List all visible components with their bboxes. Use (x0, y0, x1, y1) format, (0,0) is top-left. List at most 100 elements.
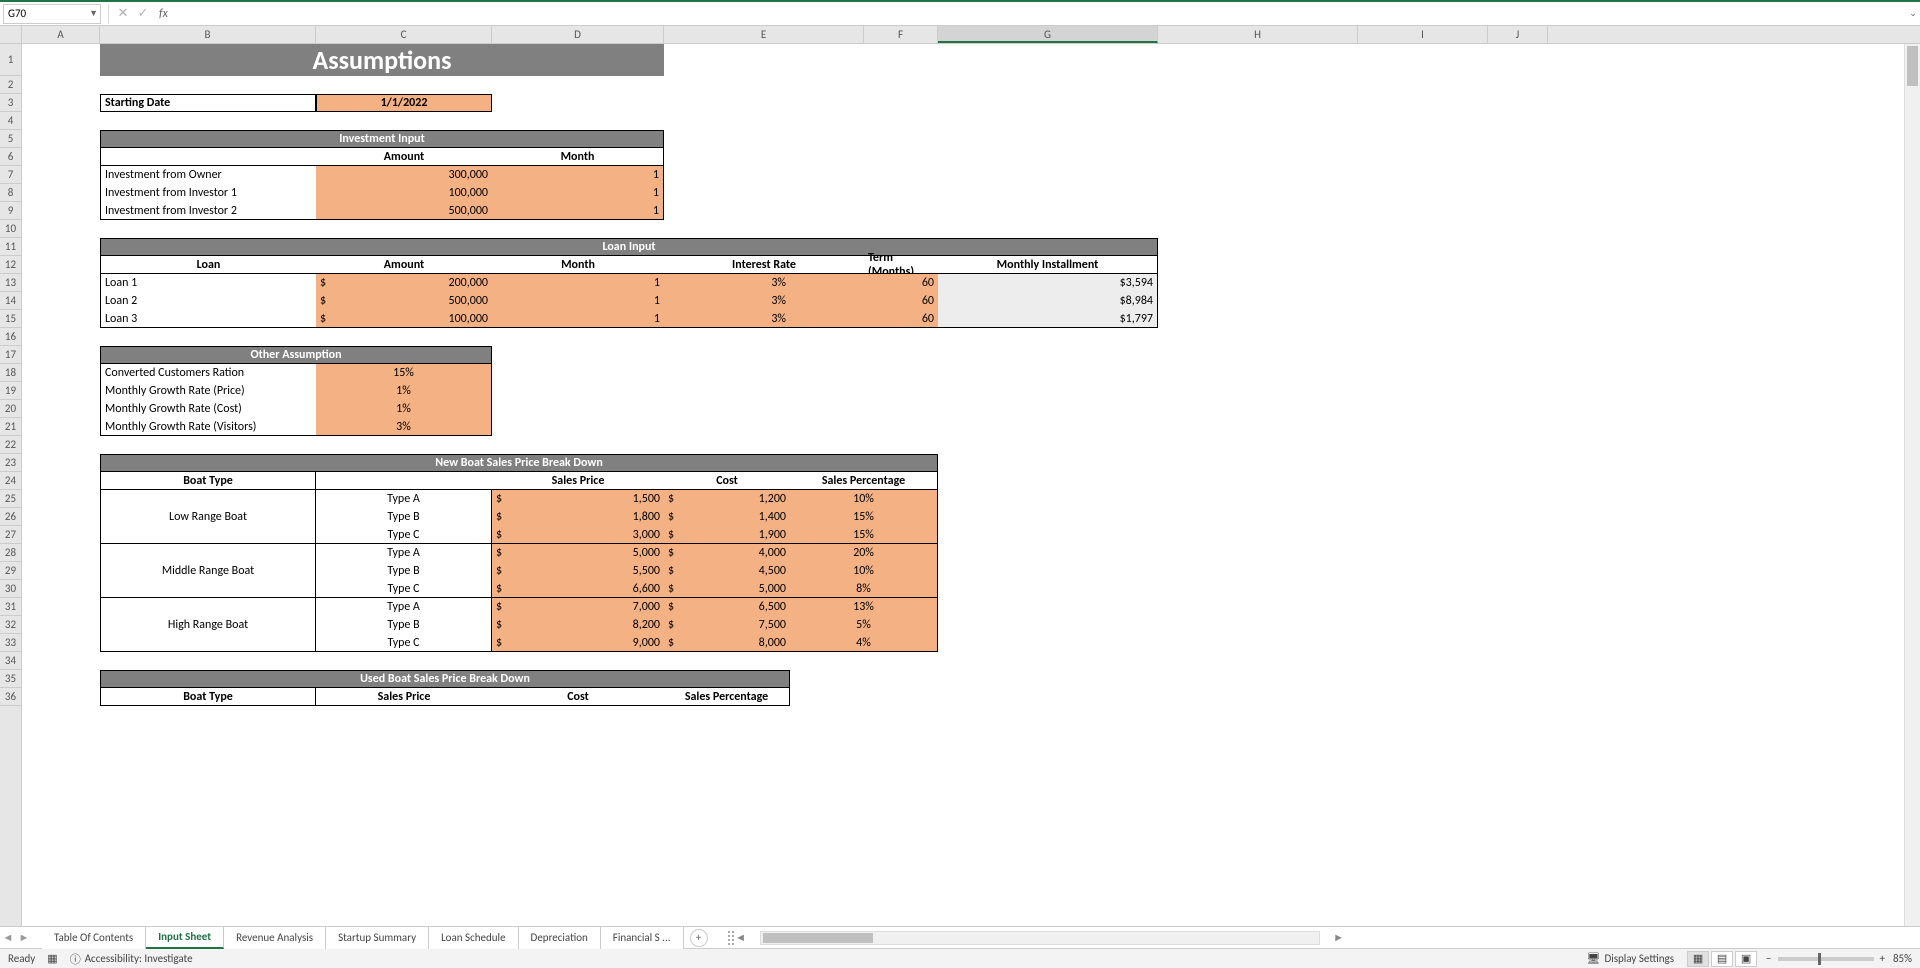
col-header-c[interactable]: C (316, 26, 492, 43)
loan-rate[interactable]: 3% (664, 274, 790, 292)
chevron-down-icon[interactable]: ▼ (89, 8, 98, 19)
row-header[interactable]: 35 (0, 670, 21, 688)
horizontal-scrollbar[interactable] (760, 931, 1320, 945)
sheet-tab[interactable]: Input Sheet (146, 927, 224, 949)
boat-cost[interactable]: 5,000 (682, 580, 790, 598)
row-header[interactable]: 1 (0, 44, 21, 76)
boat-cost[interactable]: 1,900 (682, 526, 790, 544)
loan-rate[interactable]: 3% (664, 292, 790, 310)
boat-pct[interactable]: 10% (790, 490, 938, 508)
row-header[interactable]: 7 (0, 166, 21, 184)
starting-date-value[interactable]: 1/1/2022 (316, 94, 492, 112)
col-header-f[interactable]: F (864, 26, 938, 43)
col-header-i[interactable]: I (1358, 26, 1488, 43)
display-settings[interactable]: Display Settings (1604, 952, 1674, 965)
boat-price[interactable]: 3,000 (510, 526, 664, 544)
row-header[interactable]: 23 (0, 454, 21, 472)
row-header[interactable]: 14 (0, 292, 21, 310)
page-layout-view-button[interactable]: ▤ (1711, 951, 1733, 967)
loan-month[interactable]: 1 (492, 292, 664, 310)
boat-pct[interactable]: 8% (790, 580, 938, 598)
row-header[interactable]: 25 (0, 490, 21, 508)
row-header[interactable]: 9 (0, 202, 21, 220)
other-value[interactable]: 1% (316, 382, 492, 400)
sheet-tab[interactable]: Depreciation (519, 927, 601, 949)
row-header[interactable]: 31 (0, 598, 21, 616)
row-header[interactable]: 2 (0, 76, 21, 94)
zoom-level[interactable]: 85% (1893, 952, 1912, 965)
sheet-tab[interactable]: Loan Schedule (429, 927, 518, 949)
boat-price[interactable]: 1,500 (510, 490, 664, 508)
loan-month[interactable]: 1 (492, 310, 664, 328)
boat-price[interactable]: 9,000 (510, 634, 664, 652)
col-header-g[interactable]: G (938, 26, 1158, 43)
row-header[interactable]: 30 (0, 580, 21, 598)
row-header[interactable]: 26 (0, 508, 21, 526)
row-header[interactable]: 24 (0, 472, 21, 490)
row-header[interactable]: 10 (0, 220, 21, 238)
hscroll-right-icon[interactable]: ► (1332, 931, 1346, 944)
row-header[interactable]: 20 (0, 400, 21, 418)
select-all-corner[interactable] (0, 26, 22, 43)
row-header[interactable]: 13 (0, 274, 21, 292)
add-sheet-button[interactable]: + (690, 929, 708, 947)
row-header[interactable]: 18 (0, 364, 21, 382)
row-header[interactable]: 28 (0, 544, 21, 562)
sheet-tab[interactable]: Startup Summary (326, 927, 429, 949)
inv-month[interactable]: 1 (492, 202, 664, 220)
row-header[interactable]: 36 (0, 688, 21, 706)
boat-price[interactable]: 6,600 (510, 580, 664, 598)
boat-pct[interactable]: 20% (790, 544, 938, 562)
inv-amount[interactable]: 100,000 (316, 184, 492, 202)
zoom-slider[interactable] (1778, 957, 1874, 961)
zoom-in-button[interactable]: + (1880, 952, 1885, 965)
row-header[interactable]: 29 (0, 562, 21, 580)
loan-term[interactable]: 60 (790, 292, 938, 310)
loan-amount[interactable]: 500,000 (334, 292, 492, 310)
row-header[interactable]: 32 (0, 616, 21, 634)
row-header[interactable]: 27 (0, 526, 21, 544)
col-header-e[interactable]: E (664, 26, 864, 43)
accessibility-icon[interactable]: ⓘ (70, 951, 81, 967)
loan-term[interactable]: 60 (790, 310, 938, 328)
boat-pct[interactable]: 5% (790, 616, 938, 634)
row-header[interactable]: 4 (0, 112, 21, 130)
boat-pct[interactable]: 15% (790, 526, 938, 544)
col-header-j[interactable]: J (1488, 26, 1548, 43)
boat-pct[interactable]: 13% (790, 598, 938, 616)
boat-cost[interactable]: 7,500 (682, 616, 790, 634)
hscroll-left-icon[interactable]: ◄ (734, 931, 748, 944)
boat-pct[interactable]: 4% (790, 634, 938, 652)
boat-cost[interactable]: 4,000 (682, 544, 790, 562)
inv-month[interactable]: 1 (492, 166, 664, 184)
boat-cost[interactable]: 8,000 (682, 634, 790, 652)
row-header[interactable]: 21 (0, 418, 21, 436)
col-header-h[interactable]: H (1158, 26, 1358, 43)
name-box[interactable]: G70 ▼ (3, 4, 101, 24)
normal-view-button[interactable]: ▦ (1687, 951, 1709, 967)
loan-amount[interactable]: 200,000 (334, 274, 492, 292)
sheet-tab[interactable]: Revenue Analysis (224, 927, 326, 949)
row-header[interactable]: 19 (0, 382, 21, 400)
row-header[interactable]: 16 (0, 328, 21, 346)
col-header-a[interactable]: A (22, 26, 100, 43)
row-header[interactable]: 3 (0, 94, 21, 112)
zoom-out-button[interactable]: − (1766, 952, 1771, 965)
sheet-tab[interactable]: Table Of Contents (42, 927, 146, 949)
boat-price[interactable]: 5,500 (510, 562, 664, 580)
row-header[interactable]: 12 (0, 256, 21, 274)
col-header-d[interactable]: D (492, 26, 664, 43)
boat-cost[interactable]: 1,200 (682, 490, 790, 508)
boat-price[interactable]: 8,200 (510, 616, 664, 634)
row-header[interactable]: 33 (0, 634, 21, 652)
col-header-b[interactable]: B (100, 26, 316, 43)
page-break-view-button[interactable]: ▣ (1735, 951, 1757, 967)
row-header[interactable]: 15 (0, 310, 21, 328)
inv-month[interactable]: 1 (492, 184, 664, 202)
row-header[interactable]: 5 (0, 130, 21, 148)
row-header[interactable]: 6 (0, 148, 21, 166)
boat-price[interactable]: 7,000 (510, 598, 664, 616)
boat-cost[interactable]: 1,400 (682, 508, 790, 526)
boat-price[interactable]: 1,800 (510, 508, 664, 526)
inv-amount[interactable]: 500,000 (316, 202, 492, 220)
